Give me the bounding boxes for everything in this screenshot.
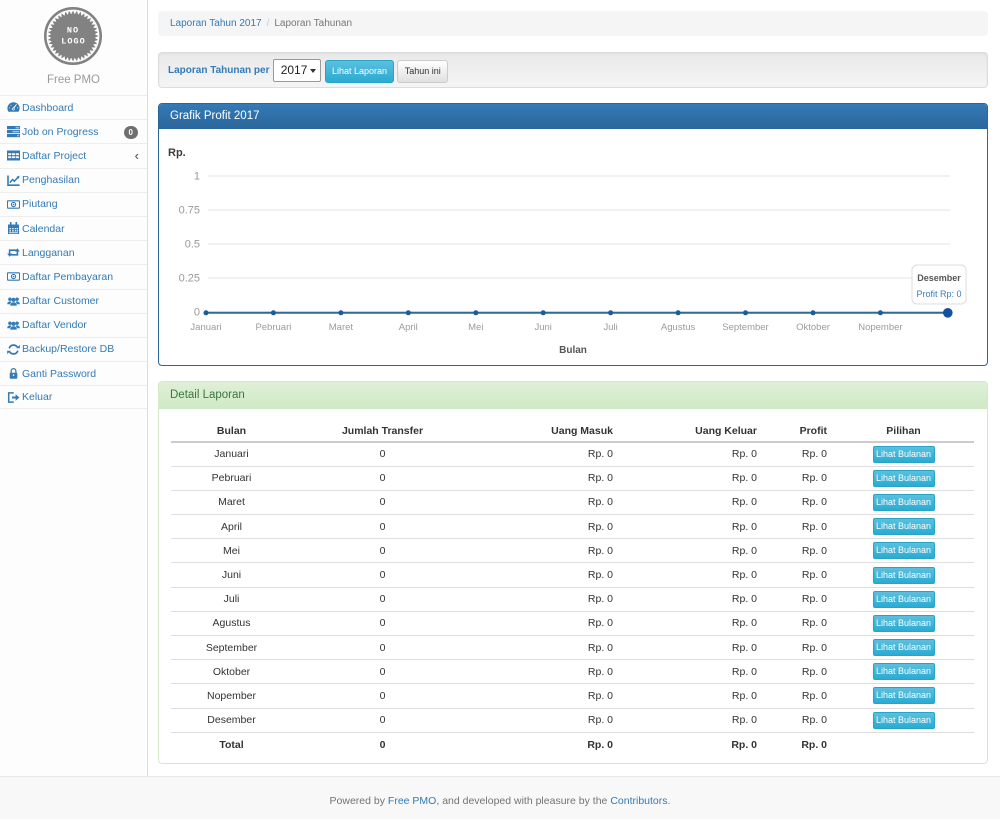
svg-text:0.75: 0.75 bbox=[179, 205, 200, 217]
svg-text:Oktober: Oktober bbox=[796, 322, 830, 333]
svg-text:LOGO: LOGO bbox=[61, 37, 85, 47]
svg-text:Pebruari: Pebruari bbox=[255, 322, 291, 333]
svg-text:Juli: Juli bbox=[603, 322, 617, 333]
svg-text:0.25: 0.25 bbox=[179, 273, 200, 285]
svg-text:0: 0 bbox=[194, 307, 200, 319]
svg-text:Maret: Maret bbox=[329, 322, 354, 333]
svg-text:Bulan: Bulan bbox=[559, 345, 587, 356]
svg-text:Agustus: Agustus bbox=[661, 322, 696, 333]
svg-text:Nopember: Nopember bbox=[858, 322, 902, 333]
svg-text:April: April bbox=[399, 322, 418, 333]
svg-text:September: September bbox=[722, 322, 768, 333]
svg-text:0.5: 0.5 bbox=[185, 239, 200, 251]
svg-text:Juni: Juni bbox=[534, 322, 551, 333]
svg-text:Profit Rp: 0: Profit Rp: 0 bbox=[916, 289, 961, 299]
svg-text:Rp.: Rp. bbox=[168, 147, 186, 159]
svg-text:Januari: Januari bbox=[190, 322, 221, 333]
svg-text:NO: NO bbox=[67, 26, 79, 36]
svg-text:1: 1 bbox=[194, 171, 200, 183]
svg-text:Mei: Mei bbox=[468, 322, 483, 333]
svg-text:Desember: Desember bbox=[917, 273, 961, 283]
